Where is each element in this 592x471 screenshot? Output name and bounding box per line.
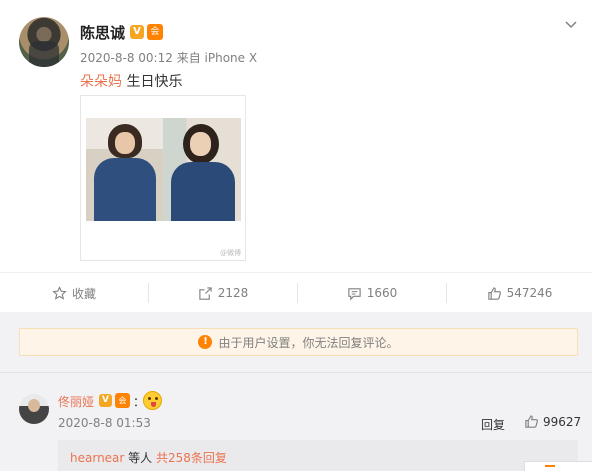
verified-badge-icon: V	[99, 394, 112, 407]
floating-widget[interactable]	[524, 461, 592, 471]
post-action-bar: 收藏 2128 1660 547246	[0, 272, 592, 312]
like-button[interactable]: 547246	[447, 273, 592, 313]
reply-restriction-notice: ! 由于用户设置，你无法回复评论。	[19, 328, 578, 356]
thumbs-up-icon	[487, 286, 501, 300]
repost-button[interactable]: 2128	[149, 273, 297, 313]
photo-collage	[86, 118, 241, 221]
photo-left	[86, 118, 163, 221]
repost-icon	[199, 286, 212, 300]
comment-button[interactable]: 1660	[298, 273, 446, 313]
thumbs-up-icon	[525, 415, 538, 428]
comment-timestamp: 2020-8-8 01:53	[58, 416, 151, 430]
favorite-label: 收藏	[71, 286, 96, 301]
member-badge-icon: 会	[115, 393, 130, 408]
comments-section: ! 由于用户设置，你无法回复评论。 佟丽娅 V 会 ： 2020-8-8 01:…	[0, 312, 592, 471]
sub-replies-summary: hearnear 等人 共258条回复	[70, 449, 227, 466]
chevron-down-icon[interactable]	[564, 17, 578, 31]
comment-like-button[interactable]: 99627	[524, 414, 581, 429]
author-name[interactable]: 陈思诚	[80, 22, 125, 43]
post-content: 朵朵妈 生日快乐	[80, 71, 182, 91]
like-count: 547246	[506, 286, 553, 300]
favorite-button[interactable]: 收藏	[0, 273, 148, 313]
sub-reply-user[interactable]: hearnear	[70, 451, 124, 465]
comment-like-count: 99627	[543, 414, 582, 429]
reply-button[interactable]: 回复	[481, 416, 505, 433]
photo-right	[163, 118, 241, 221]
tongue-emoji-icon	[143, 391, 162, 410]
mention-link[interactable]: 朵朵妈	[80, 74, 122, 90]
comment-icon	[348, 287, 361, 300]
star-icon	[52, 285, 67, 300]
post-meta: 2020-8-8 00:12 来自 iPhone X	[80, 49, 257, 66]
notice-text: 由于用户设置，你无法回复评论。	[218, 335, 399, 350]
comment-count: 1660	[366, 286, 398, 300]
member-badge-icon: 会	[147, 24, 163, 40]
post-timestamp[interactable]: 2020-8-8 00:12	[80, 51, 173, 65]
sub-replies-box: hearnear 等人 共258条回复	[58, 440, 578, 471]
repost-count: 2128	[217, 286, 249, 300]
post-image[interactable]: @微博	[80, 95, 246, 261]
commenter-avatar[interactable]	[19, 394, 49, 424]
commenter-name[interactable]: 佟丽娅	[58, 393, 94, 410]
post-source: 来自 iPhone X	[176, 51, 258, 65]
warning-icon: !	[198, 335, 213, 349]
verified-badge-icon: V	[130, 25, 144, 39]
image-watermark: @微博	[220, 249, 241, 257]
sub-reply-middle: 等人	[124, 451, 156, 465]
post-text: 生日快乐	[122, 74, 183, 90]
weibo-post: 陈思诚 V 会 2020-8-8 00:12 来自 iPhone X 朵朵妈 生…	[0, 0, 592, 272]
section-divider	[0, 372, 592, 373]
author-avatar[interactable]	[19, 17, 69, 67]
view-all-replies-link[interactable]: 共258条回复	[156, 451, 227, 465]
